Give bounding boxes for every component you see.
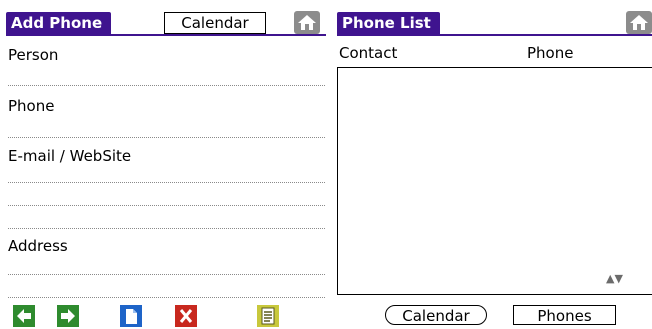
- phone-list-title-bar: Phone List: [334, 12, 652, 36]
- email-website-label: E-mail / WebSite: [8, 147, 132, 165]
- add-phone-pane: Add Phone Calendar Person Phone E-mail /…: [0, 0, 326, 329]
- add-phone-title-bar: Add Phone: [0, 12, 326, 36]
- home-icon[interactable]: [626, 11, 652, 34]
- phone-list-table[interactable]: [337, 67, 652, 295]
- calendar-button[interactable]: Calendar: [164, 12, 266, 34]
- scroll-down-icon[interactable]: ▼: [614, 272, 622, 285]
- address-label: Address: [8, 237, 68, 255]
- phones-button[interactable]: Phones: [513, 305, 616, 325]
- new-page-icon[interactable]: [120, 305, 142, 327]
- arrow-right-icon[interactable]: [57, 305, 79, 327]
- email-website-field-line-3[interactable]: [8, 228, 325, 229]
- address-field-line-2[interactable]: [8, 297, 325, 298]
- address-field-line-1[interactable]: [8, 274, 325, 275]
- notes-icon[interactable]: [257, 305, 279, 327]
- calendar-button[interactable]: Calendar: [385, 305, 487, 325]
- person-label: Person: [8, 46, 59, 64]
- scroll-up-icon[interactable]: ▲: [606, 272, 614, 285]
- column-header-phone[interactable]: Phone: [527, 44, 573, 62]
- add-phone-title: Add Phone: [6, 12, 112, 35]
- title-underline: [337, 34, 652, 36]
- person-field[interactable]: [8, 85, 325, 86]
- phone-field[interactable]: [8, 137, 325, 138]
- email-website-field-line-2[interactable]: [8, 205, 325, 206]
- arrow-left-icon[interactable]: [13, 305, 35, 327]
- title-underline: [6, 34, 326, 36]
- delete-x-icon[interactable]: [175, 305, 197, 327]
- phone-label: Phone: [8, 97, 55, 115]
- scroll-arrows: ▲▼: [606, 268, 623, 286]
- email-website-field-line-1[interactable]: [8, 182, 325, 183]
- column-header-contact[interactable]: Contact: [339, 44, 397, 62]
- home-icon[interactable]: [294, 11, 320, 34]
- phone-list-title: Phone List: [337, 12, 440, 35]
